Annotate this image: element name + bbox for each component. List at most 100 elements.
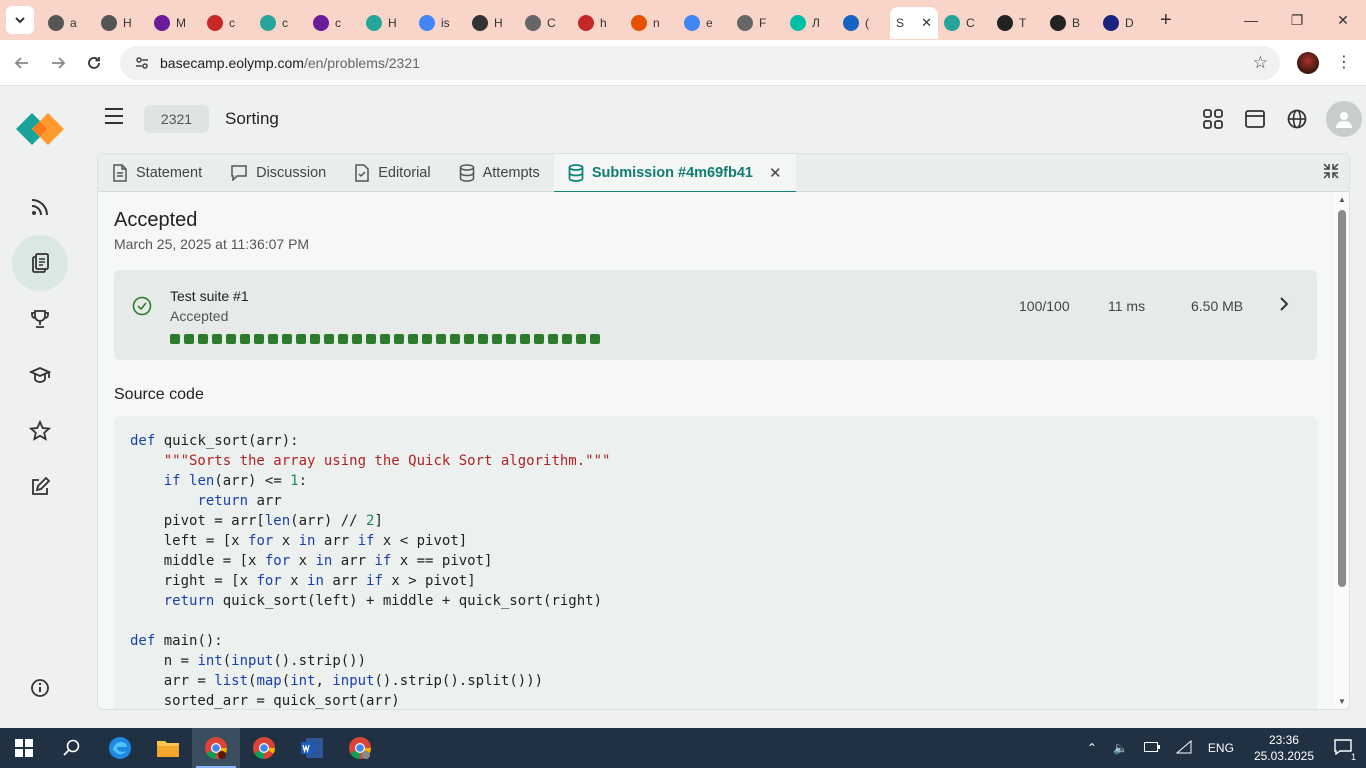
browser-tab[interactable]: a: [42, 7, 95, 39]
test-result-cell[interactable]: [548, 334, 558, 344]
test-result-cell[interactable]: [422, 334, 432, 344]
browser-tab[interactable]: Л: [784, 7, 837, 39]
taskbar-clock[interactable]: 23:36 25.03.2025: [1254, 732, 1314, 764]
minimize-button[interactable]: —: [1228, 0, 1274, 40]
test-result-cell[interactable]: [436, 334, 446, 344]
notifications-button[interactable]: 1: [1334, 738, 1358, 762]
scroll-down-icon[interactable]: ▼: [1338, 697, 1346, 706]
tab-attempts[interactable]: Attempts: [445, 154, 554, 192]
test-result-cell[interactable]: [464, 334, 474, 344]
browser-tab[interactable]: c: [254, 7, 307, 39]
test-result-cell[interactable]: [226, 334, 236, 344]
apps-button[interactable]: [1192, 101, 1234, 137]
test-result-cell[interactable]: [254, 334, 264, 344]
browser-tab[interactable]: H: [466, 7, 519, 39]
taskbar-word[interactable]: [288, 728, 336, 768]
browser-tab[interactable]: C: [938, 7, 991, 39]
close-tab-icon[interactable]: ✕: [921, 15, 932, 31]
tab-search-button[interactable]: [6, 6, 34, 34]
sidebar-feed[interactable]: [12, 179, 68, 235]
start-button[interactable]: [0, 728, 48, 768]
bookmark-star-icon[interactable]: ☆: [1253, 53, 1268, 73]
close-tab-icon[interactable]: ✕: [769, 164, 782, 182]
taskbar-chrome[interactable]: [240, 728, 288, 768]
sidebar-editor[interactable]: [12, 459, 68, 515]
test-result-cell[interactable]: [184, 334, 194, 344]
test-result-cell[interactable]: [478, 334, 488, 344]
forward-button[interactable]: [40, 45, 76, 81]
browser-tab[interactable]: S ✕: [890, 7, 938, 39]
tab-statement[interactable]: Statement: [98, 154, 216, 192]
test-result-cell[interactable]: [352, 334, 362, 344]
test-result-cell[interactable]: [520, 334, 530, 344]
test-result-cell[interactable]: [450, 334, 460, 344]
test-suite-row[interactable]: Test suite #1 Accepted 100/100 11 ms 6.5…: [114, 270, 1317, 360]
sidebar-competitions[interactable]: [12, 291, 68, 347]
close-window-button[interactable]: ✕: [1320, 0, 1366, 40]
wifi-icon[interactable]: [1175, 739, 1192, 757]
sidebar-info[interactable]: [12, 660, 68, 716]
tab-submission[interactable]: Submission #4m69fb41 ✕: [553, 154, 796, 193]
test-result-cell[interactable]: [170, 334, 180, 344]
browser-tab[interactable]: F: [731, 7, 784, 39]
language-button[interactable]: [1276, 101, 1318, 137]
new-tab-button[interactable]: +: [1160, 9, 1172, 32]
taskbar-chrome-active[interactable]: [192, 728, 240, 768]
scrollbar-thumb[interactable]: [1338, 210, 1346, 587]
site-info-icon[interactable]: [134, 55, 150, 71]
content-scrollbar[interactable]: ▲ ▼: [1334, 192, 1349, 709]
browser-tab[interactable]: C: [519, 7, 572, 39]
browser-tab[interactable]: H: [360, 7, 413, 39]
browser-tab[interactable]: h: [572, 7, 625, 39]
test-result-cell[interactable]: [380, 334, 390, 344]
battery-icon[interactable]: [1143, 741, 1160, 755]
test-result-cell[interactable]: [296, 334, 306, 344]
language-indicator[interactable]: ENG: [1208, 741, 1234, 755]
taskbar-explorer[interactable]: [144, 728, 192, 768]
test-result-cell[interactable]: [534, 334, 544, 344]
test-result-cell[interactable]: [576, 334, 586, 344]
taskbar-edge[interactable]: [96, 728, 144, 768]
test-result-cell[interactable]: [310, 334, 320, 344]
browser-menu-icon[interactable]: ⋮: [1336, 52, 1352, 72]
browser-tab[interactable]: H: [95, 7, 148, 39]
test-result-cell[interactable]: [408, 334, 418, 344]
sidebar-favorites[interactable]: [12, 403, 68, 459]
browser-tab[interactable]: T: [991, 7, 1044, 39]
volume-icon[interactable]: 🔈: [1113, 741, 1128, 755]
browser-tab[interactable]: c: [201, 7, 254, 39]
test-result-cell[interactable]: [324, 334, 334, 344]
test-result-cell[interactable]: [198, 334, 208, 344]
test-result-cell[interactable]: [562, 334, 572, 344]
taskbar-search[interactable]: [48, 728, 96, 768]
browser-tab[interactable]: n: [625, 7, 678, 39]
tab-editorial[interactable]: Editorial: [340, 154, 444, 192]
browser-tab[interactable]: e: [678, 7, 731, 39]
test-result-cell[interactable]: [506, 334, 516, 344]
browser-tab[interactable]: M: [148, 7, 201, 39]
window-layout-button[interactable]: [1234, 101, 1276, 137]
test-result-cell[interactable]: [366, 334, 376, 344]
restore-button[interactable]: ❐: [1274, 0, 1320, 40]
test-result-cell[interactable]: [268, 334, 278, 344]
user-avatar[interactable]: [1326, 101, 1362, 137]
menu-button[interactable]: [104, 107, 124, 130]
test-result-cell[interactable]: [590, 334, 600, 344]
browser-tab[interactable]: c: [307, 7, 360, 39]
profile-avatar[interactable]: [1297, 52, 1319, 74]
browser-tab[interactable]: (: [837, 7, 890, 39]
back-button[interactable]: [4, 45, 40, 81]
chevron-right-icon[interactable]: [1279, 297, 1289, 316]
test-result-cell[interactable]: [492, 334, 502, 344]
address-bar[interactable]: basecamp.eolymp.com/en/problems/2321 ☆: [120, 46, 1280, 80]
collapse-panel-button[interactable]: [1323, 163, 1339, 184]
taskbar-chrome-profile[interactable]: [336, 728, 384, 768]
test-result-cell[interactable]: [282, 334, 292, 344]
tab-discussion[interactable]: Discussion: [216, 154, 340, 192]
test-result-cell[interactable]: [212, 334, 222, 344]
test-result-cell[interactable]: [394, 334, 404, 344]
browser-tab[interactable]: B: [1044, 7, 1097, 39]
reload-button[interactable]: [76, 45, 112, 81]
test-result-cell[interactable]: [338, 334, 348, 344]
test-result-cell[interactable]: [240, 334, 250, 344]
